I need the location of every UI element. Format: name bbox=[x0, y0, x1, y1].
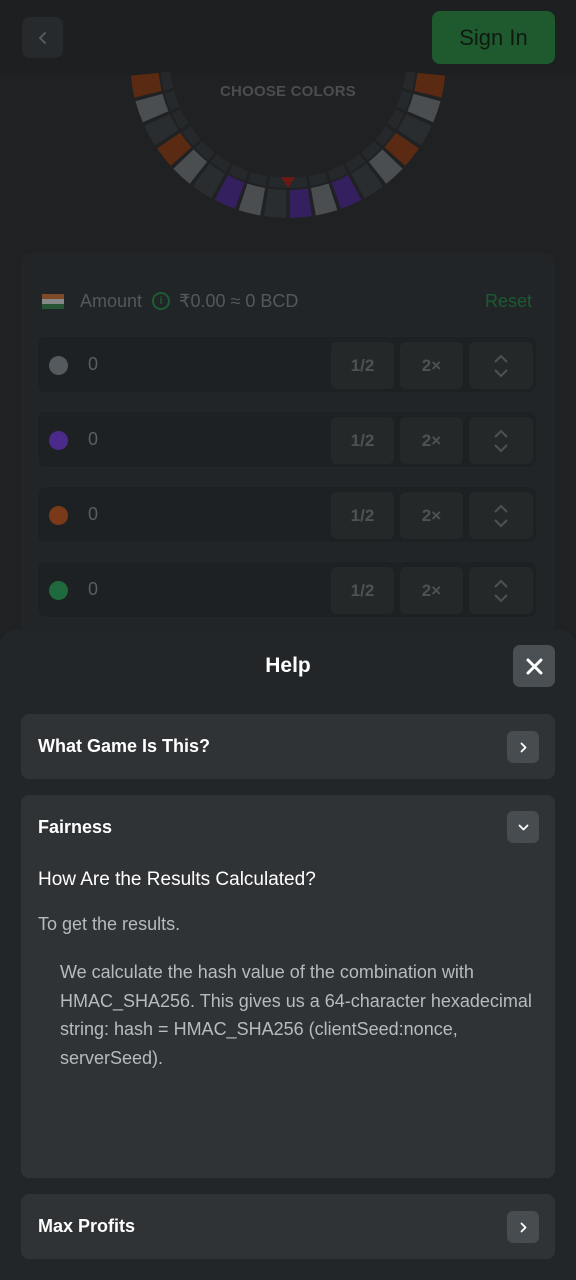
chevron-down-icon[interactable] bbox=[494, 443, 508, 453]
close-icon bbox=[526, 658, 542, 674]
fairness-body: We calculate the hash value of the combi… bbox=[60, 962, 532, 1068]
choose-colors-title: CHOOSE COLORS bbox=[220, 83, 356, 100]
double-button[interactable]: 2× bbox=[400, 567, 463, 614]
chevron-up-icon[interactable] bbox=[494, 579, 508, 588]
wheel-segment bbox=[238, 183, 266, 216]
sign-in-button[interactable]: Sign In bbox=[432, 11, 555, 64]
wheel-inner-segment bbox=[308, 172, 328, 187]
bet-amount-input[interactable]: 0 bbox=[88, 354, 98, 375]
purple-color-dot bbox=[49, 431, 68, 450]
chevron-up-icon[interactable] bbox=[494, 504, 508, 513]
wheel-segment bbox=[289, 188, 313, 218]
half-button[interactable]: 1/2 bbox=[331, 492, 394, 539]
bet-row-green: 0 1/2 2× bbox=[37, 561, 537, 618]
accordion-title: Max Profits bbox=[38, 1216, 136, 1236]
amount-stepper[interactable] bbox=[469, 567, 533, 614]
close-button[interactable] bbox=[513, 645, 555, 687]
accordion-title[interactable]: Fairness bbox=[38, 817, 112, 838]
bet-row-purple: 0 1/2 2× bbox=[37, 411, 537, 468]
back-button[interactable] bbox=[22, 17, 63, 58]
help-title: Help bbox=[265, 654, 311, 677]
chevron-up-icon[interactable] bbox=[494, 429, 508, 438]
double-button[interactable]: 2× bbox=[400, 417, 463, 464]
india-flag-icon[interactable] bbox=[42, 293, 64, 309]
accordion-max-profits[interactable]: Max Profits bbox=[21, 1194, 555, 1259]
wheel-segment bbox=[310, 183, 338, 216]
info-icon[interactable]: i bbox=[152, 292, 171, 310]
amount-row: Amount i ₹0.00 ≈ 0 BCD Reset bbox=[42, 286, 532, 316]
reset-button[interactable]: Reset bbox=[485, 291, 532, 312]
chevron-down-icon[interactable] bbox=[494, 593, 508, 603]
chevron-right-icon bbox=[520, 742, 526, 752]
half-button[interactable]: 1/2 bbox=[331, 342, 394, 389]
wheel-inner-segment bbox=[248, 172, 268, 187]
amount-stepper[interactable] bbox=[469, 342, 533, 389]
chevron-down-icon bbox=[518, 824, 528, 830]
chevron-right-icon bbox=[520, 1222, 526, 1232]
amount-stepper[interactable] bbox=[469, 492, 533, 539]
wheel-segment bbox=[263, 188, 287, 218]
chevron-down-icon[interactable] bbox=[494, 518, 508, 528]
bet-amount-input[interactable]: 0 bbox=[88, 504, 98, 525]
half-button[interactable]: 1/2 bbox=[331, 417, 394, 464]
expand-button[interactable] bbox=[507, 731, 539, 763]
double-button[interactable]: 2× bbox=[400, 492, 463, 539]
fairness-question: How Are the Results Calculated? bbox=[38, 869, 316, 890]
chevron-up-icon[interactable] bbox=[494, 354, 508, 363]
amount-stepper[interactable] bbox=[469, 417, 533, 464]
collapse-button[interactable] bbox=[507, 811, 539, 843]
chevron-left-icon bbox=[38, 31, 46, 44]
double-button[interactable]: 2× bbox=[400, 342, 463, 389]
bet-amount-input[interactable]: 0 bbox=[88, 579, 98, 600]
green-color-dot bbox=[49, 581, 68, 600]
amount-label: Amount bbox=[80, 290, 143, 311]
bet-amount-input[interactable]: 0 bbox=[88, 429, 98, 450]
bet-row-orange: 0 1/2 2× bbox=[37, 486, 537, 543]
orange-color-dot bbox=[49, 506, 68, 525]
expand-button[interactable] bbox=[507, 1211, 539, 1243]
accordion-title: What Game Is This? bbox=[38, 736, 211, 756]
fairness-intro: To get the results. bbox=[38, 914, 181, 934]
amount-value: ₹0.00 ≈ 0 BCD bbox=[179, 290, 299, 311]
gray-color-dot bbox=[49, 356, 68, 375]
chevron-down-icon[interactable] bbox=[494, 368, 508, 378]
bet-row-gray: 0 1/2 2× bbox=[37, 336, 537, 393]
accordion-what-game[interactable]: What Game Is This? bbox=[21, 714, 555, 779]
half-button[interactable]: 1/2 bbox=[331, 567, 394, 614]
